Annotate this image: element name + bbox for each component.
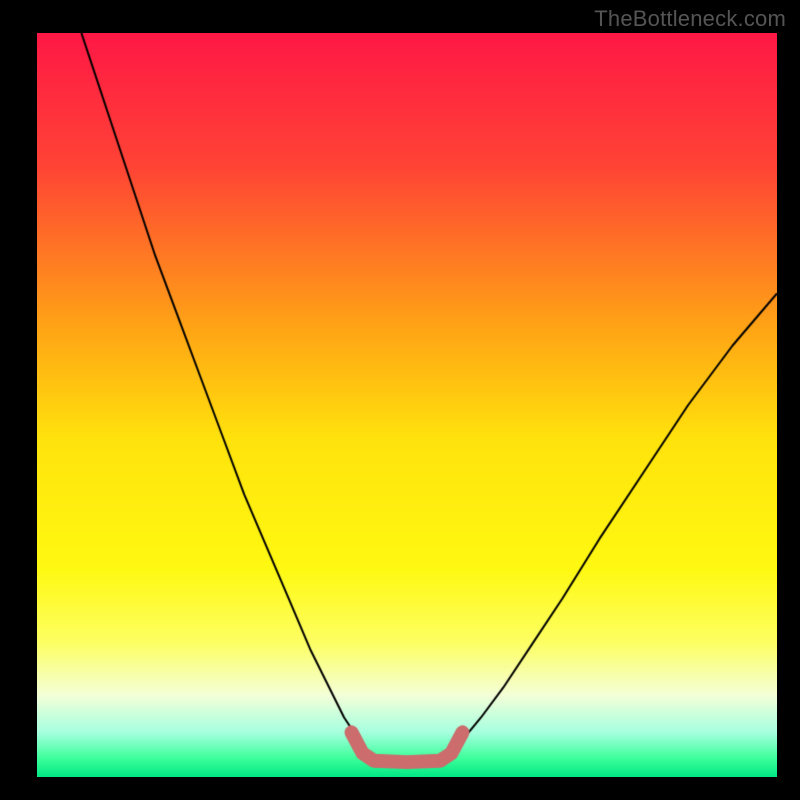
chart-stage: TheBottleneck.com — [0, 0, 800, 800]
chart-canvas — [37, 33, 777, 777]
watermark-text: TheBottleneck.com — [594, 6, 786, 32]
